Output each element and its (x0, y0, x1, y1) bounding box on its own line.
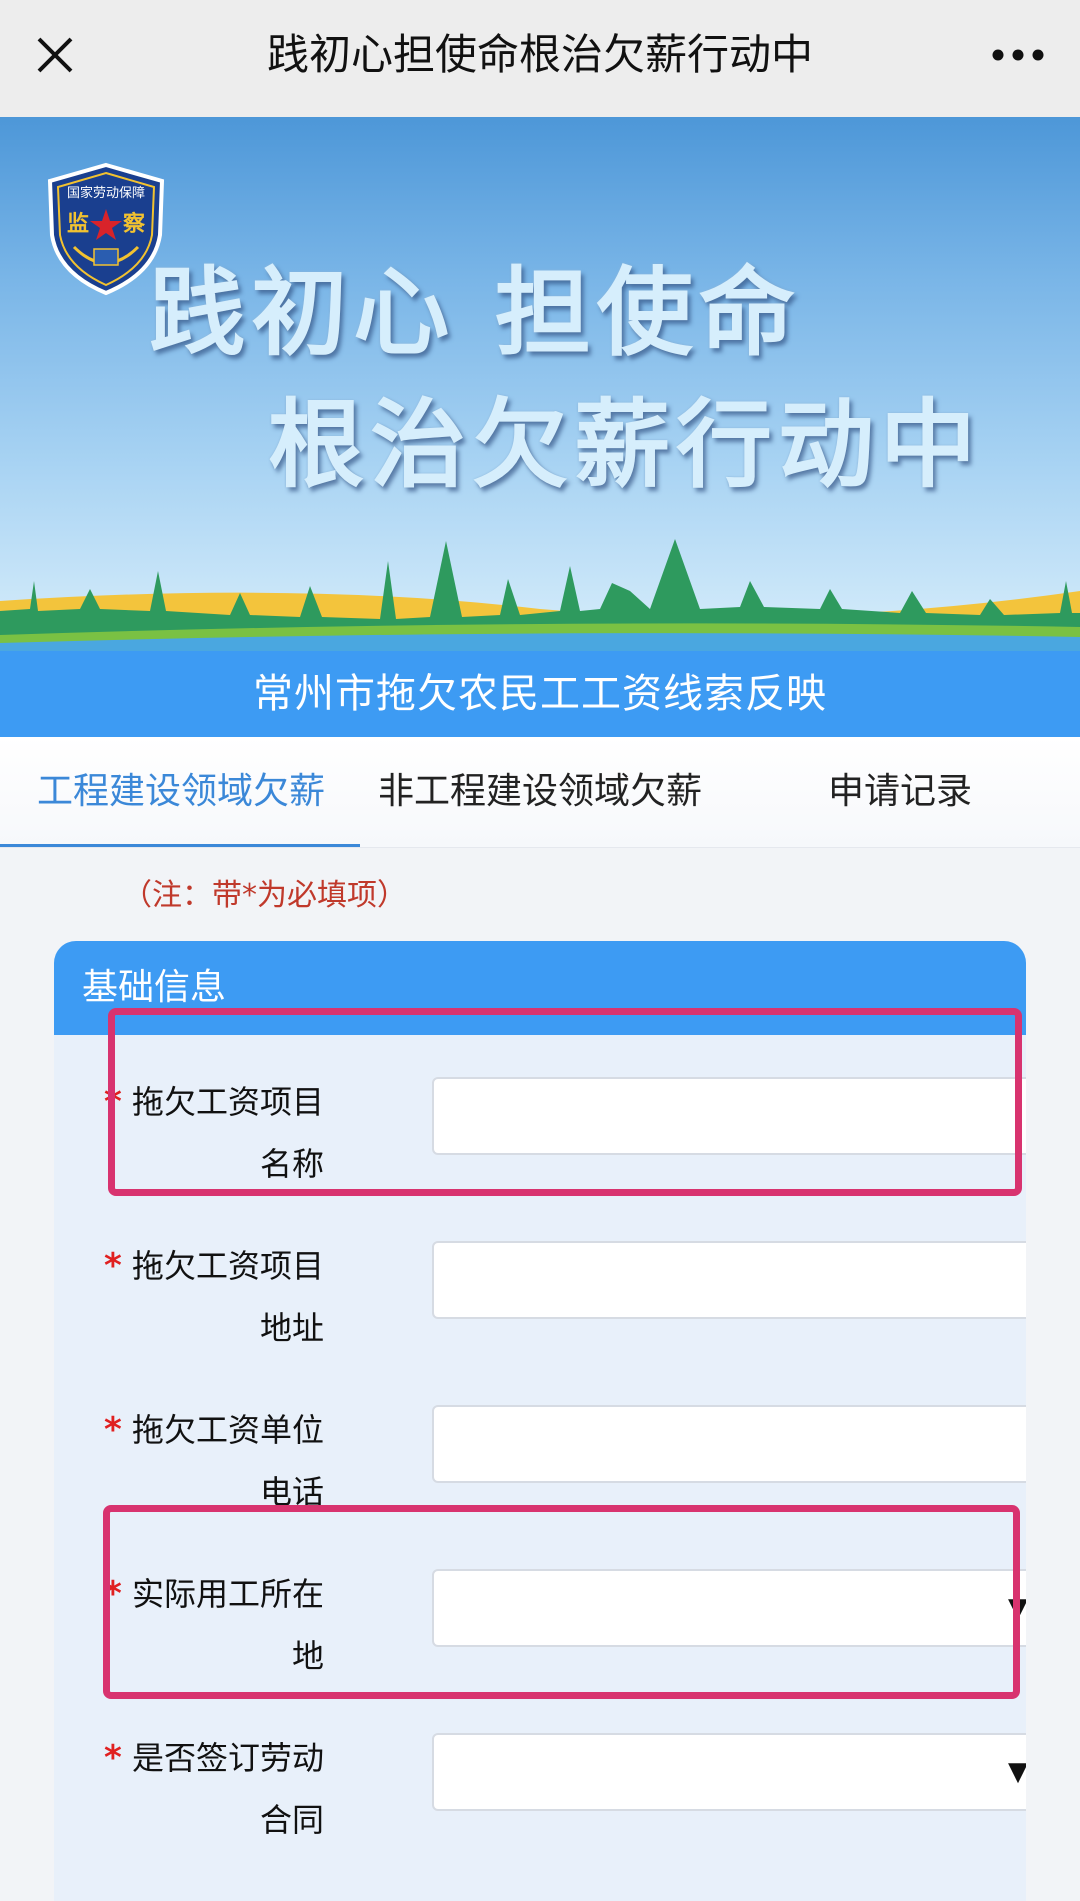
close-button[interactable] (22, 22, 88, 88)
field-label-project-name: * 拖欠工资项目 名称 (104, 1082, 324, 1183)
tab-construction-wages[interactable]: 工程建设领域欠薪 (26, 737, 336, 847)
banner-headline-1: 践初心 担使命 (149, 257, 801, 369)
field-label-work-location: * 实际用工所在 地 (104, 1574, 324, 1675)
field-label-employer-phone: * 拖欠工资单位 电话 (104, 1410, 324, 1511)
basic-info-card: 基础信息 * 拖欠工资项目 名称 * 拖欠工资项目 地址 * 拖欠工资单位 电话… (54, 941, 1026, 1901)
more-dots-icon (992, 49, 1044, 61)
active-tab-indicator (0, 844, 360, 847)
more-button[interactable] (978, 22, 1058, 88)
field-label-labor-contract: * 是否签订劳动 合同 (104, 1738, 324, 1839)
section-title: 常州市拖欠农民工工资线索反映 (0, 651, 1080, 737)
project-address-input[interactable] (432, 1241, 1026, 1319)
tab-bar: 工程建设领域欠薪 非工程建设领域欠薪 申请记录 (0, 737, 1080, 848)
card-title: 基础信息 (54, 941, 1026, 1035)
tab-application-records[interactable]: 申请记录 (790, 737, 1010, 847)
emblem-top-text: 国家劳动保障 (67, 185, 145, 201)
dropdown-arrow-icon: ▼ (1008, 1593, 1026, 1623)
required-star: * (104, 1246, 122, 1286)
field-label-project-address: * 拖欠工资项目 地址 (104, 1246, 324, 1347)
required-star: * (104, 1738, 122, 1778)
required-star: * (104, 1574, 122, 1614)
emblem-right-char: 察 (123, 211, 146, 237)
banner-headline-2: 根治欠薪行动中 (268, 389, 982, 501)
tab-non-construction-wages[interactable]: 非工程建设领域欠薪 (360, 737, 720, 847)
nav-bar: 践初心担使命根治欠薪行动中 (0, 0, 1080, 118)
city-skyline-graphic (0, 539, 1080, 651)
project-name-input[interactable] (432, 1077, 1026, 1155)
dropdown-arrow-icon: ▼ (1008, 1757, 1026, 1787)
labor-contract-select[interactable]: ▼ (432, 1733, 1026, 1811)
hero-banner: 国家劳动保障 监 察 践初心 担使命 根治欠薪行动中 (0, 117, 1080, 651)
close-icon (37, 37, 73, 73)
work-location-select[interactable]: ▼ (432, 1569, 1026, 1647)
emblem-left-char: 监 (67, 211, 89, 237)
required-star: * (104, 1082, 122, 1122)
page-title: 践初心担使命根治欠薪行动中 (266, 30, 813, 79)
required-note: （注：带*为必填项） (122, 878, 407, 913)
required-star: * (104, 1410, 122, 1450)
employer-phone-input[interactable] (432, 1405, 1026, 1483)
